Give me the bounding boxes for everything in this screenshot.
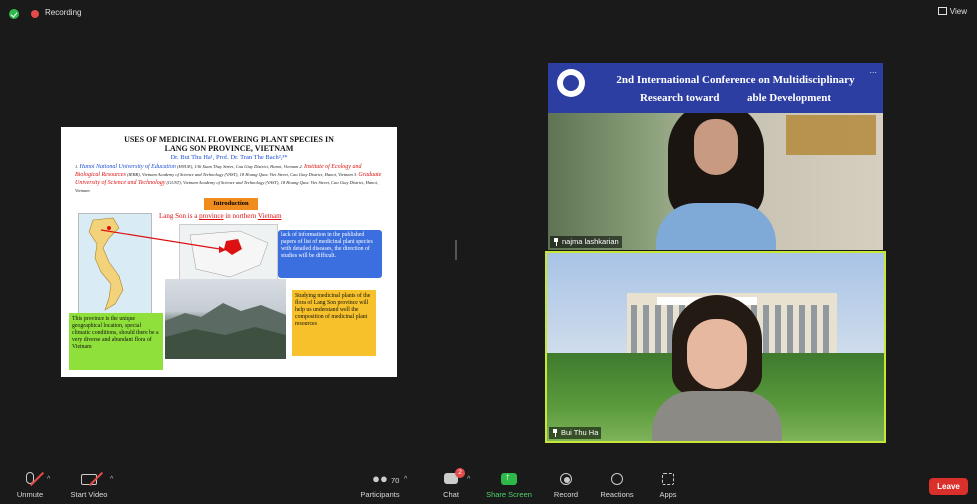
shared-slide: USES OF MEDICINAL FLOWERING PLANT SPECIE… bbox=[61, 127, 397, 377]
banner-line-2-end: able Development bbox=[747, 92, 832, 104]
pin-icon bbox=[552, 429, 558, 437]
share-screen-icon bbox=[501, 472, 517, 486]
view-layout-icon bbox=[937, 7, 947, 15]
banner-line-2: Research toward able Development bbox=[593, 89, 878, 107]
conference-logo-icon bbox=[557, 69, 585, 97]
meeting-toolbar: Unmute ^ Start Video ^ ●● Participants 7… bbox=[0, 462, 977, 504]
participant-name-tag: najma lashkarian bbox=[550, 236, 622, 248]
audio-options-chevron-icon[interactable]: ^ bbox=[47, 476, 50, 483]
record-icon bbox=[558, 472, 574, 486]
more-options-icon[interactable]: ... bbox=[869, 65, 877, 75]
chat-label: Chat bbox=[443, 490, 459, 499]
participant-video bbox=[642, 291, 792, 441]
reactions-label: Reactions bbox=[600, 490, 634, 499]
reactions-button[interactable]: Reactions bbox=[598, 462, 636, 499]
mountain-photo bbox=[165, 279, 286, 359]
banner-line-2-start: Research toward bbox=[639, 92, 720, 104]
leave-button[interactable]: Leave bbox=[929, 478, 968, 495]
participant-name: Bui Thu Ha bbox=[561, 428, 599, 437]
recording-dot-icon bbox=[31, 10, 39, 18]
chat-button[interactable]: 2 Chat bbox=[436, 462, 466, 499]
start-video-button[interactable]: Start Video bbox=[66, 462, 112, 499]
banner-line-1: 2nd International Conference on Multidis… bbox=[616, 74, 855, 86]
pin-icon bbox=[553, 238, 559, 246]
camera-off-icon bbox=[81, 471, 104, 487]
participants-count: 70 bbox=[391, 476, 400, 485]
view-button[interactable]: View bbox=[937, 7, 967, 16]
apps-icon bbox=[660, 472, 676, 486]
slide-blue-note: lack of information in the published pap… bbox=[278, 230, 382, 278]
participants-chevron-icon[interactable]: ^ bbox=[404, 476, 407, 483]
video-options-chevron-icon[interactable]: ^ bbox=[110, 476, 113, 483]
chat-chevron-icon[interactable]: ^ bbox=[467, 476, 470, 483]
slide-yellow-note: Studying medicinal plants of the flora o… bbox=[292, 290, 376, 356]
unmute-label: Unmute bbox=[16, 490, 44, 499]
conference-banner-text: 2nd International Conference on Multidis… bbox=[593, 71, 878, 107]
chat-badge: 2 bbox=[455, 468, 465, 478]
record-label: Record bbox=[553, 490, 579, 499]
video-tile-najma[interactable]: 2nd International Conference on Multidis… bbox=[548, 63, 883, 250]
apps-button[interactable]: Apps bbox=[655, 462, 681, 499]
share-screen-button[interactable]: Share Screen bbox=[485, 462, 533, 499]
record-button[interactable]: Record bbox=[550, 462, 582, 499]
participants-label: Participants bbox=[360, 490, 400, 499]
split-view-divider[interactable] bbox=[455, 240, 457, 260]
conference-banner: 2nd International Conference on Multidis… bbox=[548, 63, 883, 113]
start-video-label: Start Video bbox=[70, 490, 108, 499]
participants-icon: ●● bbox=[372, 471, 388, 486]
participant-name-tag: Bui Thu Ha bbox=[549, 427, 602, 439]
top-bar: Recording View bbox=[0, 0, 977, 26]
slide-green-note: This province is the unique geographical… bbox=[69, 313, 163, 370]
chat-icon: 2 bbox=[443, 468, 465, 486]
background-shelf bbox=[786, 115, 876, 155]
microphone-muted-icon bbox=[22, 471, 45, 487]
view-label: View bbox=[949, 7, 967, 16]
unmute-button[interactable]: Unmute bbox=[12, 462, 48, 499]
share-screen-label: Share Screen bbox=[486, 490, 532, 499]
recording-status: Recording bbox=[45, 8, 82, 17]
participant-video bbox=[656, 101, 776, 250]
video-tile-bui-thu-ha[interactable]: Bui Thu Ha bbox=[545, 251, 886, 443]
apps-label: Apps bbox=[659, 490, 677, 499]
participant-name: najma lashkarian bbox=[562, 237, 619, 246]
reactions-icon bbox=[609, 472, 625, 486]
security-shield-icon[interactable] bbox=[9, 9, 19, 19]
